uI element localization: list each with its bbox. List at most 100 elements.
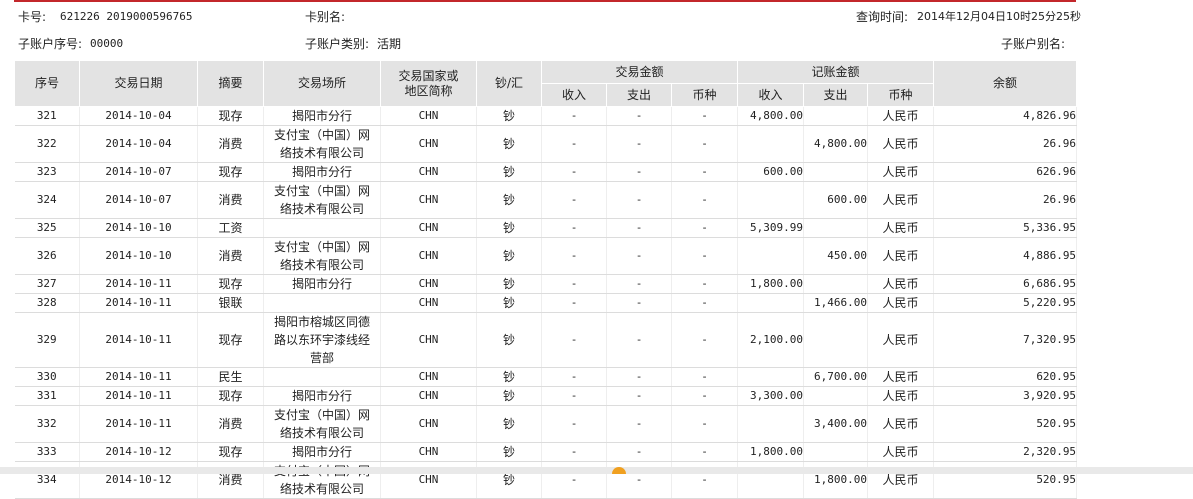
row-book-income	[737, 405, 805, 443]
row-cash: 钞	[476, 367, 542, 387]
row-summary: 消费	[197, 181, 264, 219]
row-trade-income: -	[541, 405, 607, 443]
row-trade-currency: -	[671, 274, 739, 294]
row-date: 2014-10-11	[79, 386, 198, 406]
row-country: CHN	[380, 218, 477, 238]
row-book-currency: 人民币	[867, 312, 935, 368]
row-trade-currency: -	[671, 218, 739, 238]
row-country: CHN	[380, 312, 477, 368]
row-cash: 钞	[476, 125, 542, 163]
row-date: 2014-10-11	[79, 312, 198, 368]
sub-account-no-value: 00000	[90, 37, 124, 50]
row-book-currency: 人民币	[867, 218, 935, 238]
sub-account-type-value: 活期	[377, 37, 402, 51]
horizontal-scrollbar[interactable]	[0, 467, 1193, 474]
col-header-book-expense: 支出	[803, 83, 869, 107]
row-seq: 333	[14, 442, 80, 462]
row-country: CHN	[380, 162, 477, 182]
col-header-cash: 钞/汇	[476, 60, 542, 107]
row-balance: 2,320.95	[933, 442, 1078, 462]
row-place: 支付宝（中国）网络技术有限公司	[263, 181, 381, 219]
row-date: 2014-10-07	[79, 181, 198, 219]
row-balance: 620.95	[933, 367, 1078, 387]
row-date: 2014-10-10	[79, 237, 198, 275]
row-book-income: 4,800.00	[737, 106, 805, 126]
row-seq: 322	[14, 125, 80, 163]
row-trade-income: -	[541, 125, 607, 163]
row-summary: 工资	[197, 218, 264, 238]
row-seq: 326	[14, 237, 80, 275]
row-country: CHN	[380, 367, 477, 387]
row-cash: 钞	[476, 442, 542, 462]
row-book-currency: 人民币	[867, 106, 935, 126]
row-date: 2014-10-10	[79, 218, 198, 238]
row-country: CHN	[380, 237, 477, 275]
row-book-income: 3,300.00	[737, 386, 805, 406]
row-trade-expense: -	[606, 181, 672, 219]
row-balance: 3,920.95	[933, 386, 1078, 406]
row-trade-expense: -	[606, 274, 672, 294]
row-book-income	[737, 237, 805, 275]
row-country: CHN	[380, 106, 477, 126]
col-header-date: 交易日期	[79, 60, 198, 107]
row-summary: 消费	[197, 237, 264, 275]
row-date: 2014-10-04	[79, 125, 198, 163]
row-place	[263, 293, 381, 313]
scroll-indicator-icon	[612, 467, 626, 474]
row-cash: 钞	[476, 312, 542, 368]
row-trade-income: -	[541, 442, 607, 462]
row-book-expense: 450.00	[803, 237, 869, 275]
row-trade-expense: -	[606, 312, 672, 368]
row-trade-income: -	[541, 106, 607, 126]
row-trade-income: -	[541, 386, 607, 406]
row-seq: 324	[14, 181, 80, 219]
row-seq: 321	[14, 106, 80, 126]
row-trade-income: -	[541, 367, 607, 387]
row-seq: 330	[14, 367, 80, 387]
col-header-trade-amount: 交易金额	[540, 60, 739, 84]
table-row: 333 2014-10-12 现存 揭阳市分行 CHN 钞 - - -1,800.00 人民币 2,…	[14, 442, 1078, 462]
row-date: 2014-10-11	[79, 405, 198, 443]
row-cash: 钞	[476, 181, 542, 219]
row-seq: 331	[14, 386, 80, 406]
row-balance: 6,686.95	[933, 274, 1078, 294]
row-summary: 民生	[197, 367, 264, 387]
row-cash: 钞	[476, 293, 542, 313]
col-header-country: 交易国家或地区简称	[380, 60, 477, 107]
row-place: 揭阳市榕城区同德路以东环宇漆线经营部	[263, 312, 381, 368]
row-balance: 26.96	[933, 125, 1078, 163]
row-book-income: 1,800.00	[737, 442, 805, 462]
row-book-currency: 人民币	[867, 442, 935, 462]
row-trade-income: -	[541, 312, 607, 368]
row-place: 揭阳市分行	[263, 442, 381, 462]
table-row: 323 2014-10-07 现存 揭阳市分行 CHN 钞 - - -600.00 人民币 626.…	[14, 162, 1078, 182]
row-book-expense	[803, 218, 869, 238]
col-header-seq: 序号	[14, 60, 80, 107]
table-row: 332 2014-10-11 消费 支付宝（中国）网络技术有限公司 CHN 钞 - - -3,4…	[14, 405, 1078, 443]
row-trade-income: -	[541, 237, 607, 275]
row-trade-income: -	[541, 218, 607, 238]
row-date: 2014-10-11	[79, 293, 198, 313]
row-book-income	[737, 181, 805, 219]
row-book-expense: 6,700.00	[803, 367, 869, 387]
row-book-income	[737, 125, 805, 163]
table-row: 325 2014-10-10 工资 CHN 钞 - - -5,309.99 人民币 5,336.9…	[14, 218, 1078, 238]
row-summary: 现存	[197, 274, 264, 294]
row-trade-currency: -	[671, 405, 739, 443]
row-book-income: 5,309.99	[737, 218, 805, 238]
row-book-income: 1,800.00	[737, 274, 805, 294]
row-summary: 消费	[197, 125, 264, 163]
row-place: 支付宝（中国）网络技术有限公司	[263, 405, 381, 443]
row-book-expense: 600.00	[803, 181, 869, 219]
row-trade-expense: -	[606, 442, 672, 462]
table-row: 328 2014-10-11 银联 CHN 钞 - - -1,466.00 人民币 5,220.9…	[14, 293, 1078, 313]
row-book-expense	[803, 106, 869, 126]
row-cash: 钞	[476, 405, 542, 443]
table-row: 330 2014-10-11 民生 CHN 钞 - - -6,700.00 人民币 620.95	[14, 367, 1078, 387]
table-row: 322 2014-10-04 消费 支付宝（中国）网络技术有限公司 CHN 钞 - - -4,8…	[14, 125, 1078, 163]
row-trade-expense: -	[606, 125, 672, 163]
header-divider	[14, 0, 1076, 2]
row-date: 2014-10-12	[79, 442, 198, 462]
row-place	[263, 218, 381, 238]
row-seq: 327	[14, 274, 80, 294]
